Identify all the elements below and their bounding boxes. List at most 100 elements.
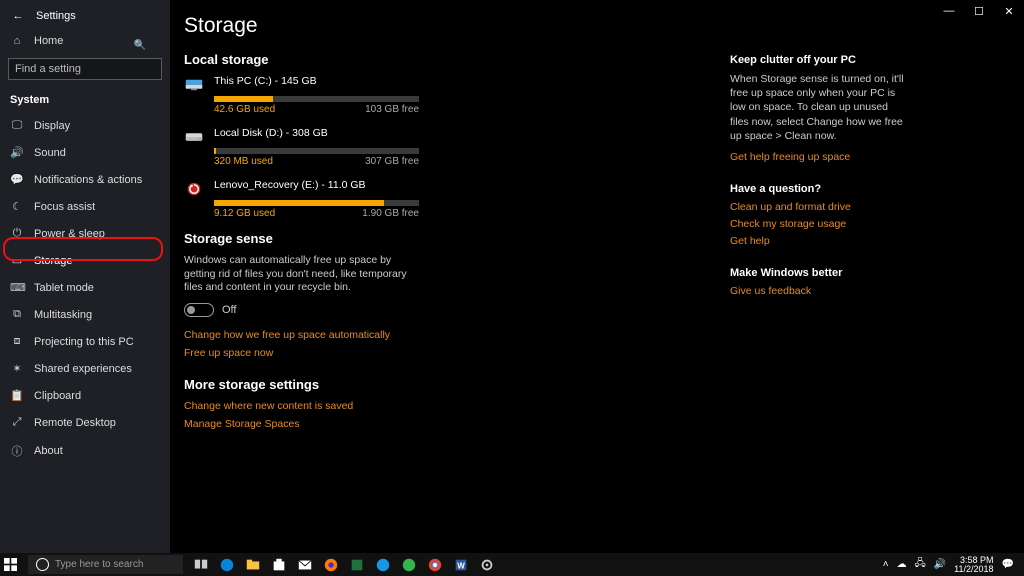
minimize-button[interactable]: ―	[934, 0, 964, 22]
cortana-icon	[36, 558, 49, 571]
notifications-actions-icon: 💬	[10, 173, 24, 186]
storage-sense-toggle-label: Off	[222, 304, 236, 316]
tips-link[interactable]: Check my storage usage	[730, 218, 907, 230]
task-view-icon[interactable]	[189, 555, 213, 574]
sidebar-item-shared-experiences[interactable]: ✶Shared experiences	[0, 355, 170, 382]
sidebar-item-label: Power & sleep	[34, 228, 105, 240]
sidebar-item-label: Display	[34, 120, 70, 132]
drive-usage-bar	[214, 200, 419, 206]
drive-name: This PC (C:) - 145 GB	[214, 75, 419, 93]
tray-network-icon[interactable]: 🖧	[915, 556, 926, 573]
tips-link[interactable]: Give us feedback	[730, 285, 907, 297]
more-storage-heading: More storage settings	[184, 377, 730, 392]
sidebar-item-label: Sound	[34, 147, 66, 159]
svg-text:W: W	[457, 561, 465, 570]
sidebar-item-label: Storage	[34, 255, 73, 267]
sidebar-item-sound[interactable]: 🔊 Sound	[0, 139, 170, 166]
sidebar-item-tablet-mode[interactable]: ⌨ Tablet mode	[0, 274, 170, 301]
settings-link[interactable]: Free up space now	[184, 347, 730, 359]
system-tray[interactable]: ˄ ☁ 🖧 🔊 3:58 PM 11/2/2018 💬	[883, 556, 1020, 574]
drive-used: 42.6 GB used	[214, 104, 275, 115]
sidebar-item-storage[interactable]: ▭ Storage	[0, 247, 170, 274]
local-storage-heading: Local storage	[184, 52, 730, 67]
sidebar-item-power-sleep[interactable]: ⏻ Power & sleep	[0, 220, 170, 247]
tablet-mode-icon: ⌨	[10, 281, 24, 294]
display-icon: 🖵	[10, 119, 24, 132]
multitasking-icon: ⧉	[10, 308, 24, 321]
storage-sense-toggle[interactable]	[184, 303, 214, 317]
settings-link[interactable]: Change how we free up space automaticall…	[184, 329, 730, 341]
storage-icon: ▭	[10, 254, 24, 267]
tips-heading: Have a question?	[730, 183, 907, 195]
drive-icon	[184, 77, 204, 93]
drive-usage-bar	[214, 148, 419, 154]
settings-link[interactable]: Manage Storage Spaces	[184, 418, 730, 430]
tips-pane: Keep clutter off your PCWhen Storage sen…	[730, 14, 925, 553]
sidebar-home-label: Home	[34, 35, 63, 47]
drive-icon	[184, 181, 204, 197]
drive-item[interactable]: Lenovo_Recovery (E:) - 11.0 GB9.12 GB us…	[184, 179, 419, 219]
sidebar-item-projecting-to-this-pc[interactable]: ⧈Projecting to this PC	[0, 328, 170, 355]
tray-chevron-icon[interactable]: ˄	[883, 559, 889, 570]
mail-icon[interactable]	[293, 555, 317, 574]
back-button[interactable]: ←	[10, 10, 26, 22]
sidebar-item-display[interactable]: 🖵 Display	[0, 112, 170, 139]
sidebar-item-label: Multitasking	[34, 309, 92, 321]
tray-onedrive-icon[interactable]: ☁	[897, 559, 907, 570]
maximize-button[interactable]: ☐	[964, 0, 994, 22]
tips-link[interactable]: Clean up and format drive	[730, 201, 907, 213]
focus-assist-icon: ☾	[10, 200, 24, 213]
tips-heading: Keep clutter off your PC	[730, 54, 907, 66]
sidebar-item-multitasking[interactable]: ⧉ Multitasking	[0, 301, 170, 328]
start-button[interactable]	[4, 558, 24, 571]
sidebar-item-label: Clipboard	[34, 390, 81, 402]
sidebar-item-notifications-actions[interactable]: 💬 Notifications & actions	[0, 166, 170, 193]
drive-item[interactable]: Local Disk (D:) - 308 GB320 MB used307 G…	[184, 127, 419, 167]
drive-usage-bar	[214, 96, 419, 102]
drive-item[interactable]: This PC (C:) - 145 GB42.6 GB used103 GB …	[184, 75, 419, 115]
tips-heading: Make Windows better	[730, 267, 907, 279]
settings-taskbar-icon[interactable]	[475, 555, 499, 574]
edge-icon[interactable]	[215, 555, 239, 574]
sidebar-item-clipboard[interactable]: 📋 Clipboard	[0, 382, 170, 409]
sidebar-item-about[interactable]: ⓘAbout	[0, 436, 170, 466]
file-explorer-icon[interactable]	[241, 555, 265, 574]
sidebar-item-focus-assist[interactable]: ☾ Focus assist	[0, 193, 170, 220]
sidebar-section-label: System	[0, 88, 170, 112]
storage-sense-heading: Storage sense	[184, 231, 730, 246]
sidebar-item-label: Remote Desktop	[34, 417, 116, 429]
drive-name: Lenovo_Recovery (E:) - 11.0 GB	[214, 179, 419, 197]
storage-sense-description: Windows can automatically free up space …	[184, 254, 414, 295]
tips-link[interactable]: Get help freeing up space	[730, 151, 907, 163]
taskbar-search[interactable]: Type here to search	[28, 555, 183, 574]
close-button[interactable]: ✕	[994, 0, 1024, 22]
tips-link[interactable]: Get help	[730, 235, 907, 247]
drive-free: 1.90 GB free	[362, 208, 419, 219]
power-sleep-icon: ⏻	[10, 227, 24, 240]
sidebar-item-label: Notifications & actions	[34, 174, 142, 186]
sidebar-item-remote-desktop[interactable]: ⤢Remote Desktop	[0, 409, 170, 436]
store-icon[interactable]	[267, 555, 291, 574]
tray-volume-icon[interactable]: 🔊	[934, 559, 946, 570]
firefox-icon[interactable]	[319, 555, 343, 574]
sound-icon: 🔊	[10, 146, 24, 159]
sidebar-home[interactable]: ⌂ Home	[0, 28, 170, 54]
home-icon: ⌂	[10, 35, 24, 47]
drive-free: 307 GB free	[365, 156, 419, 167]
sidebar-item-label: Tablet mode	[34, 282, 94, 294]
app-green-icon[interactable]	[397, 555, 421, 574]
chrome-icon[interactable]	[423, 555, 447, 574]
drive-name: Local Disk (D:) - 308 GB	[214, 127, 419, 145]
action-center-icon[interactable]: 💬	[1002, 559, 1014, 570]
taskbar-clock[interactable]: 3:58 PM 11/2/2018	[954, 556, 993, 574]
page-title: Storage	[184, 14, 730, 38]
app-blue-icon[interactable]	[371, 555, 395, 574]
task-manager-icon[interactable]	[345, 555, 369, 574]
word-icon[interactable]: W	[449, 555, 473, 574]
find-setting-input[interactable]	[8, 58, 162, 80]
clipboard-icon: 📋	[10, 389, 24, 402]
projecting-to-this-pc-icon: ⧈	[10, 335, 24, 348]
settings-title: Settings	[36, 10, 76, 22]
sidebar-item-label: Focus assist	[34, 201, 95, 213]
settings-link[interactable]: Change where new content is saved	[184, 400, 730, 412]
